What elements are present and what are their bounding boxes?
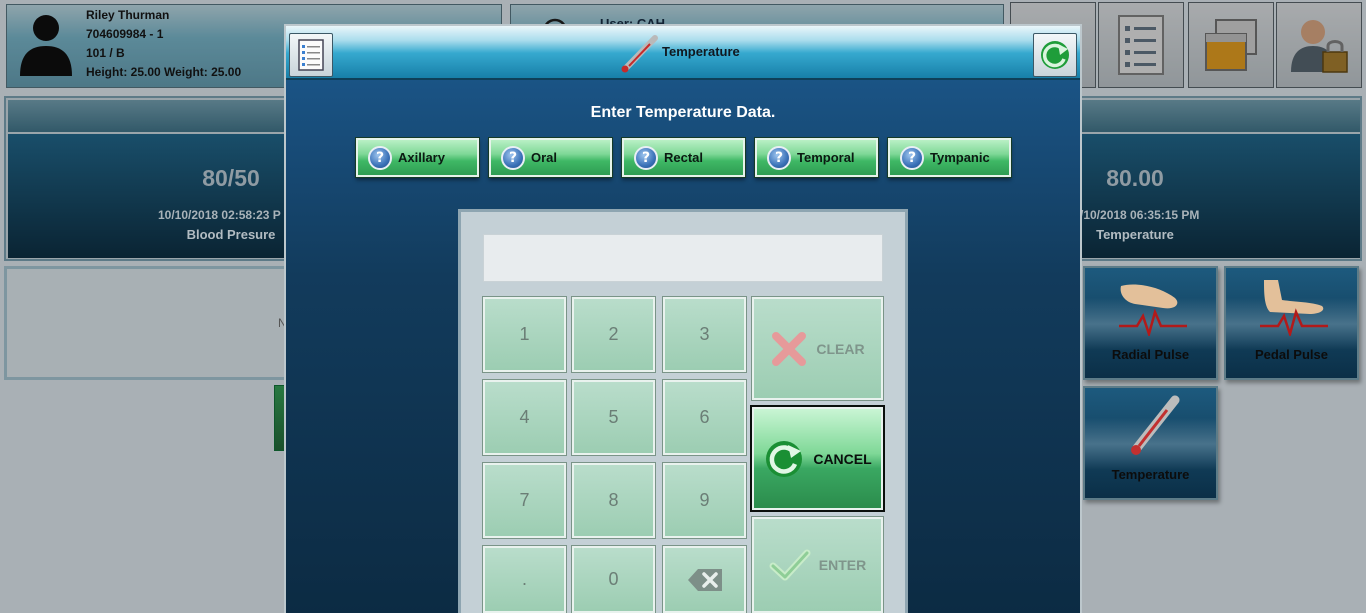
patient-avatar-icon [20, 15, 72, 76]
route-button-rectal[interactable]: ? Rectal [621, 137, 746, 178]
patient-info: Riley Thurman 704609984 - 1 101 / B Heig… [86, 6, 241, 82]
key-4[interactable]: 4 [482, 379, 567, 456]
route-button-tympanic[interactable]: ? Tympanic [887, 137, 1012, 178]
tile-radial-pulse[interactable]: Radial Pulse [1083, 266, 1218, 380]
key-decimal[interactable]: . [482, 545, 567, 613]
radial-pulse-icon [1119, 284, 1187, 336]
tile-temperature-label: Temperature [1111, 467, 1190, 482]
key-0[interactable]: 0 [571, 545, 656, 613]
dialog-instruction: Enter Temperature Data. [590, 104, 776, 121]
temperature-time: /10/2018 06:35:15 PM [1080, 208, 1200, 222]
notes-panel [4, 266, 304, 380]
help-icon: ? [900, 145, 924, 170]
help-icon: ? [767, 145, 791, 170]
pedal-pulse-icon [1260, 280, 1328, 336]
route-button-oral[interactable]: ? Oral [488, 137, 613, 178]
key-3[interactable]: 3 [662, 296, 747, 373]
thermometer-title-icon [621, 35, 658, 73]
route-label: Oral [531, 150, 558, 165]
key-9[interactable]: 9 [662, 462, 747, 539]
cancel-label: CANCEL [813, 450, 872, 467]
clear-label: CLEAR [816, 340, 865, 357]
tile-radial-pulse-label: Radial Pulse [1111, 347, 1190, 362]
window-icon [1205, 19, 1257, 71]
notes-list-icon [298, 39, 324, 71]
cancel-button[interactable]: CANCEL [750, 405, 885, 512]
checkmark-icon [769, 549, 811, 581]
notes-list-button[interactable] [289, 33, 333, 77]
backspace-icon [687, 568, 722, 591]
route-button-axillary[interactable]: ? Axillary [355, 137, 480, 178]
patient-name: Riley Thurman [86, 8, 170, 22]
key-1[interactable]: 1 [482, 296, 567, 373]
help-icon: ? [368, 145, 392, 170]
tile-pedal-pulse-label: Pedal Pulse [1255, 347, 1328, 362]
key-8[interactable]: 8 [571, 462, 656, 539]
key-2[interactable]: 2 [571, 296, 656, 373]
route-label: Axillary [398, 150, 445, 165]
key-6[interactable]: 6 [662, 379, 747, 456]
key-5[interactable]: 5 [571, 379, 656, 456]
thermometer-icon [1131, 395, 1180, 455]
tile-pedal-pulse[interactable]: Pedal Pulse [1224, 266, 1359, 380]
route-label: Tympanic [930, 150, 990, 165]
clear-button[interactable]: CLEAR [751, 296, 884, 401]
backspace-key[interactable] [662, 545, 747, 613]
top-button-window[interactable] [1188, 2, 1274, 88]
help-icon: ? [634, 145, 658, 170]
user-lock-icon [1291, 20, 1348, 73]
dialog-title: Temperature [662, 44, 740, 59]
refresh-icon [1041, 41, 1069, 69]
patient-id: 704609984 - 1 [86, 27, 164, 41]
route-label: Rectal [664, 150, 704, 165]
patient-room: 101 / B [86, 46, 125, 60]
top-button-document-list[interactable] [1098, 2, 1184, 88]
refresh-button[interactable] [1033, 33, 1077, 77]
temperature-input[interactable] [483, 234, 883, 282]
document-list-icon [1118, 15, 1164, 75]
top-button-user-lock[interactable] [1276, 2, 1362, 88]
tile-temperature[interactable]: Temperature [1083, 386, 1218, 500]
route-button-temporal[interactable]: ? Temporal [754, 137, 879, 178]
route-label: Temporal [797, 150, 855, 165]
clear-x-icon [772, 331, 807, 366]
enter-label: ENTER [818, 557, 867, 573]
patient-measurements: Height: 25.00 Weight: 25.00 [86, 65, 242, 79]
enter-button[interactable]: ENTER [751, 516, 884, 613]
cancel-refresh-icon [766, 440, 803, 477]
key-7[interactable]: 7 [482, 462, 567, 539]
help-icon: ? [501, 145, 525, 170]
